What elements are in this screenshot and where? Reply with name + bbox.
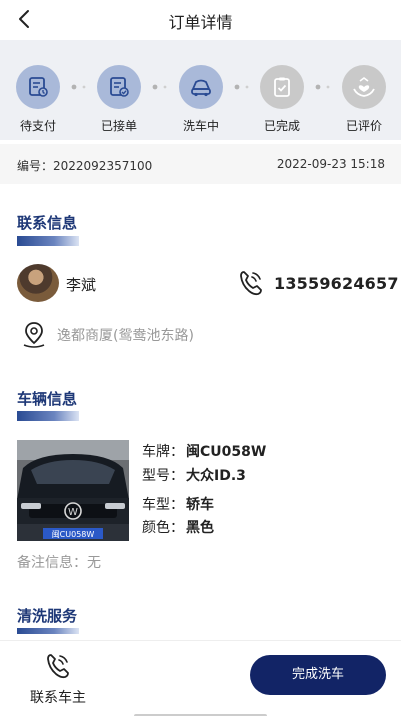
car-plate: 闽CU058W (186, 444, 267, 460)
step-label: 已完成 (263, 119, 300, 133)
contact-phone[interactable]: 13559624657 (274, 274, 399, 293)
clipboard-check-icon (260, 65, 304, 109)
step-connector (152, 84, 167, 90)
bottom-action-bar: 联系车主 完成洗车 (0, 640, 401, 716)
car-photo: W 闽CU058W (17, 440, 129, 541)
step-connector (315, 84, 330, 90)
step-pending-payment: 待支付 (8, 65, 68, 134)
step-label: 洗车中 (182, 119, 219, 133)
step-label: 已接单 (100, 119, 137, 133)
vehicle-section-title: 车辆信息 (17, 390, 78, 408)
car-model-row: 型号： 大众ID.3 (142, 468, 246, 484)
remark-info: 备注信息：无 (17, 555, 101, 571)
order-number: 编号：2022092357100 (17, 159, 153, 173)
page-title: 订单详情 (168, 13, 233, 32)
car-wash-icon (179, 65, 223, 109)
step-washing: 洗车中 (171, 65, 231, 134)
phone-icon[interactable] (236, 268, 266, 298)
contact-section-title: 联系信息 (17, 214, 78, 232)
section-underline (17, 236, 79, 246)
section-underline (17, 628, 79, 634)
contact-owner-button[interactable]: 联系车主 (18, 649, 98, 706)
car-type-row: 车型： 轿车 (142, 497, 214, 513)
bill-icon (16, 65, 60, 109)
step-label: 已评价 (345, 119, 382, 133)
phone-icon (47, 654, 69, 679)
car-color-row: 颜色： 黑色 (142, 520, 214, 536)
hands-heart-icon (342, 65, 386, 109)
order-info-row: 编号：2022092357100 2022-09-23 15:18 (0, 144, 401, 184)
step-completed: 已完成 (252, 65, 312, 134)
service-section-title: 清洗服务 (17, 607, 78, 625)
step-connector (71, 84, 86, 90)
step-accepted: 已接单 (89, 65, 149, 134)
car-color: 黑色 (186, 520, 214, 536)
avatar (17, 264, 59, 302)
section-underline (17, 411, 79, 421)
top-bar: 订单详情 (0, 0, 401, 40)
step-rated: 已评价 (334, 65, 394, 134)
car-plate-text: 闽CU058W (52, 530, 95, 539)
svg-text:W: W (68, 507, 78, 518)
car-type: 轿车 (186, 497, 214, 513)
contact-address: 逸都商厦(鸳鸯池东路) (57, 328, 194, 344)
finish-wash-button[interactable]: 完成洗车 (250, 655, 386, 695)
step-connector (234, 84, 249, 90)
car-plate-row: 车牌： 闽CU058W (142, 444, 267, 460)
order-progress: 待支付 已接单 洗车中 已完成 已评价 (0, 40, 401, 140)
order-time: 2022-09-23 15:18 (276, 157, 385, 171)
bill-check-icon (97, 65, 141, 109)
contact-name: 李斌 (66, 276, 97, 294)
car-model: 大众ID.3 (186, 468, 246, 484)
location-pin-icon (23, 322, 45, 348)
contact-owner-label: 联系车主 (30, 690, 86, 706)
step-label: 待支付 (19, 119, 56, 133)
